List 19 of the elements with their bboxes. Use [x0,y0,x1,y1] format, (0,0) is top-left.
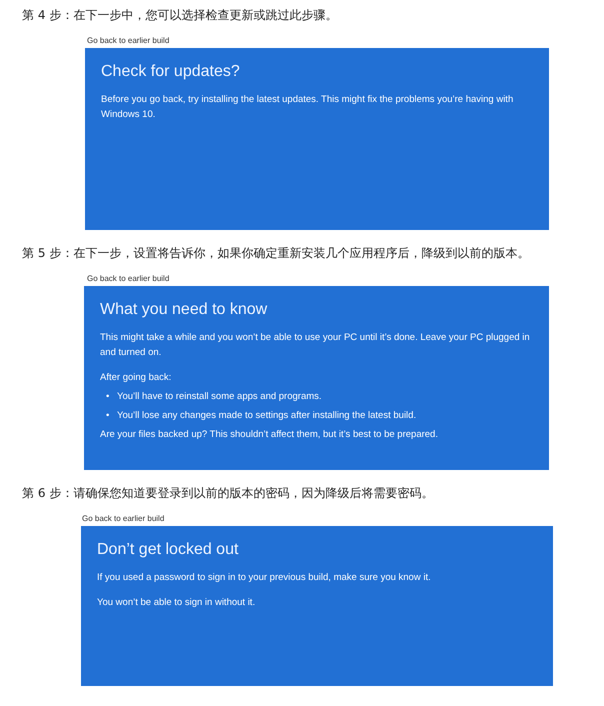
body-text: If you used a password to sign in to your previous build, make sure you know it. [97,571,432,585]
step-caption: 第 5 步：在下一步，设置将告诉你，如果你确定重新安装几个应用程序后，降级到以前的版本。 [22,245,530,262]
step-caption: 第 4 步：在下一步中，您可以选择检查更新或跳过此步骤。 [22,7,338,24]
window-title: Go back to earlier build [82,514,166,524]
body-text: This might take a while and you won’t be able to use your PC until it’s done. Leave your PC plugged in and turned on. [100,331,531,360]
bullet-icon: • [106,389,117,404]
body-text: You won’t be able to sign in without it. [97,596,256,610]
dialog-heading: Don’t get locked out [97,540,240,560]
step-caption: 第 6 步：请确保您知道要登录到以前的版本的密码，因为降级后将需要密码。 [22,485,434,502]
bullet-text: You’ll have to reinstall some apps and programs. [117,390,322,404]
bullet-text: You’ll lose any changes made to settings after installing the latest build. [117,409,416,423]
body-text: Before you go back, try installing the latest updates. This might fix the problems you’re having with Windows 10. [101,93,514,122]
bullet-icon: • [106,408,117,423]
dialog-heading: What you need to know [100,300,268,320]
dialog-heading: Check for updates? [101,62,241,82]
body-text: After going back: [100,371,172,385]
window-title: Go back to earlier build [87,274,170,284]
window-title: Go back to earlier build [87,36,170,46]
body-text: Are your files backed up? This shouldn’t affect them, but it’s best to be prepared. [100,428,439,442]
